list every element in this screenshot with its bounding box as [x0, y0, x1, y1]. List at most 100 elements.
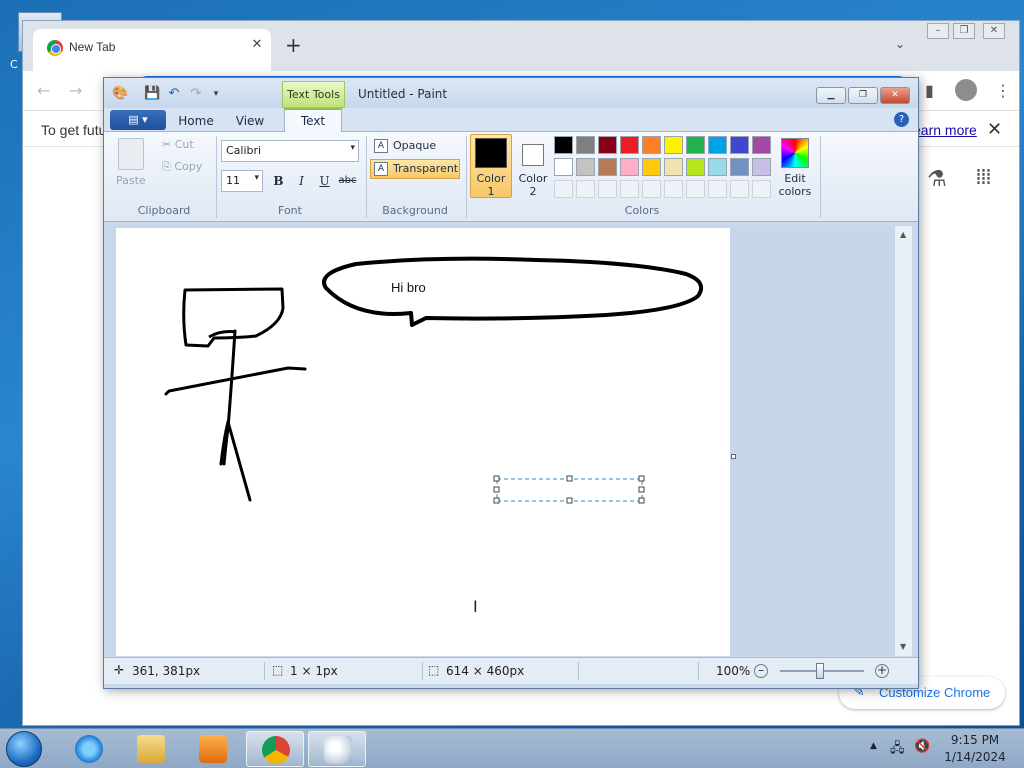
palette-swatch[interactable]: [664, 158, 683, 176]
status-divider: [422, 662, 423, 680]
taskbar-media-player[interactable]: [184, 731, 242, 767]
transparent-button[interactable]: A Transparent: [370, 159, 460, 179]
palette-custom-slot[interactable]: [642, 180, 661, 198]
profile-avatar-icon[interactable]: [955, 79, 977, 101]
palette-swatch[interactable]: [686, 158, 705, 176]
palette-swatch[interactable]: [554, 158, 573, 176]
font-family-select[interactable]: Calibri ▾: [221, 140, 359, 162]
palette-custom-slot[interactable]: [752, 180, 771, 198]
palette-custom-slot[interactable]: [598, 180, 617, 198]
palette-swatch[interactable]: [664, 136, 683, 154]
new-tab-button[interactable]: +: [285, 35, 302, 55]
scroll-up-icon[interactable]: ▲: [900, 230, 906, 239]
volume-muted-icon[interactable]: 🔇: [914, 739, 930, 754]
help-icon[interactable]: ?: [894, 112, 909, 127]
cut-button[interactable]: ✂ Cut: [162, 138, 194, 151]
infobar-text: To get futu: [41, 122, 107, 138]
status-divider: [578, 662, 579, 680]
transparent-icon: A: [374, 162, 388, 176]
palette-swatch[interactable]: [554, 136, 573, 154]
save-icon[interactable]: 💾: [144, 86, 160, 102]
clock-date[interactable]: 1/14/2024: [940, 750, 1010, 764]
palette-swatch[interactable]: [752, 136, 771, 154]
palette-custom-slot[interactable]: [664, 180, 683, 198]
paint-app-icon[interactable]: 🎨: [112, 86, 128, 102]
palette-custom-slot[interactable]: [686, 180, 705, 198]
bold-button[interactable]: B: [268, 171, 289, 192]
forward-icon[interactable]: →: [69, 81, 82, 100]
tab-new-tab[interactable]: New Tab ✕: [33, 29, 271, 71]
edit-colors-icon[interactable]: [781, 138, 809, 168]
palette-swatch[interactable]: [620, 158, 639, 176]
palette-custom-slot[interactable]: [576, 180, 595, 198]
edit-colors-button[interactable]: Edit colors: [772, 172, 818, 198]
scroll-down-icon[interactable]: ▼: [900, 642, 906, 651]
undo-icon[interactable]: ↶: [166, 86, 182, 102]
canvas-resize-handle[interactable]: [731, 454, 736, 459]
show-hidden-icons-icon[interactable]: ▲: [870, 741, 877, 751]
tab-home[interactable]: Home: [174, 112, 218, 132]
tab-search-chevron-icon[interactable]: ⌄: [895, 37, 905, 51]
status-bar: ✛ 361, 381px ⬚ 1 × 1px ⬚ 614 × 460px 100…: [104, 657, 918, 684]
palette-swatch[interactable]: [708, 136, 727, 154]
taskbar-internet-explorer[interactable]: [60, 731, 118, 767]
apps-grid-icon[interactable]: ⁞⁞⁞: [975, 165, 992, 190]
paint-maximize-button[interactable]: ❐: [848, 87, 878, 104]
paint-close-button[interactable]: ✕: [880, 87, 910, 104]
infobar-learn-more-link[interactable]: earn more: [913, 122, 977, 138]
paste-button[interactable]: Paste: [116, 174, 146, 187]
taskbar-chrome[interactable]: [246, 731, 304, 767]
palette-swatch[interactable]: [686, 136, 705, 154]
copy-button[interactable]: ⎘ Copy: [162, 160, 202, 174]
palette-swatch[interactable]: [598, 136, 617, 154]
palette-swatch[interactable]: [730, 158, 749, 176]
palette-custom-slot[interactable]: [708, 180, 727, 198]
zoom-out-button[interactable]: –: [754, 664, 768, 678]
italic-button[interactable]: I: [291, 171, 312, 192]
palette-swatch[interactable]: [576, 136, 595, 154]
font-size-select[interactable]: 11 ▾: [221, 170, 263, 192]
color1-button[interactable]: Color 1: [470, 134, 512, 198]
tab-view[interactable]: View: [228, 112, 272, 132]
chrome-minimize-button[interactable]: –: [927, 23, 949, 39]
vertical-scrollbar[interactable]: ▲ ▼: [894, 226, 912, 656]
customize-qat-icon[interactable]: ▾: [208, 86, 224, 102]
paint-minimize-button[interactable]: ▁: [816, 87, 846, 104]
palette-swatch[interactable]: [620, 136, 639, 154]
chevron-down-icon: ▾: [350, 143, 355, 153]
tab-text[interactable]: Text: [284, 108, 342, 133]
tab-close-icon[interactable]: ✕: [249, 37, 265, 53]
infobar-close-icon[interactable]: ✕: [987, 119, 1002, 140]
palette-swatch[interactable]: [642, 158, 661, 176]
palette-custom-slot[interactable]: [554, 180, 573, 198]
palette-swatch[interactable]: [730, 136, 749, 154]
zoom-in-button[interactable]: +: [875, 664, 889, 678]
clock-time[interactable]: 9:15 PM: [940, 733, 1010, 747]
paint-menu-button[interactable]: ▤ ▾: [110, 110, 166, 130]
opaque-button[interactable]: A Opaque: [370, 136, 460, 156]
palette-swatch[interactable]: [598, 158, 617, 176]
start-button[interactable]: [6, 731, 42, 767]
underline-button[interactable]: U: [314, 171, 335, 192]
chrome-restore-button[interactable]: ❐: [953, 23, 975, 39]
chrome-close-button[interactable]: ✕: [983, 23, 1005, 39]
palette-custom-slot[interactable]: [620, 180, 639, 198]
cursor-position: 361, 381px: [132, 664, 201, 678]
color2-button[interactable]: [522, 144, 544, 166]
taskbar-windows-explorer[interactable]: [122, 731, 180, 767]
palette-swatch[interactable]: [642, 136, 661, 154]
side-panel-icon[interactable]: ▮: [925, 81, 934, 100]
palette-custom-slot[interactable]: [730, 180, 749, 198]
menu-kebab-icon[interactable]: ⋮: [995, 81, 1011, 100]
labs-flask-icon[interactable]: ⚗: [927, 167, 947, 192]
palette-swatch[interactable]: [752, 158, 771, 176]
drawing-canvas[interactable]: I Hi bro: [116, 228, 730, 656]
taskbar-paint[interactable]: [308, 731, 366, 767]
redo-icon[interactable]: ↷: [188, 86, 204, 102]
palette-swatch[interactable]: [708, 158, 727, 176]
network-icon[interactable]: 🖧: [890, 739, 905, 761]
zoom-slider-thumb[interactable]: [816, 663, 824, 679]
back-icon[interactable]: ←: [37, 81, 50, 100]
strikethrough-button[interactable]: abc: [337, 171, 358, 192]
palette-swatch[interactable]: [576, 158, 595, 176]
